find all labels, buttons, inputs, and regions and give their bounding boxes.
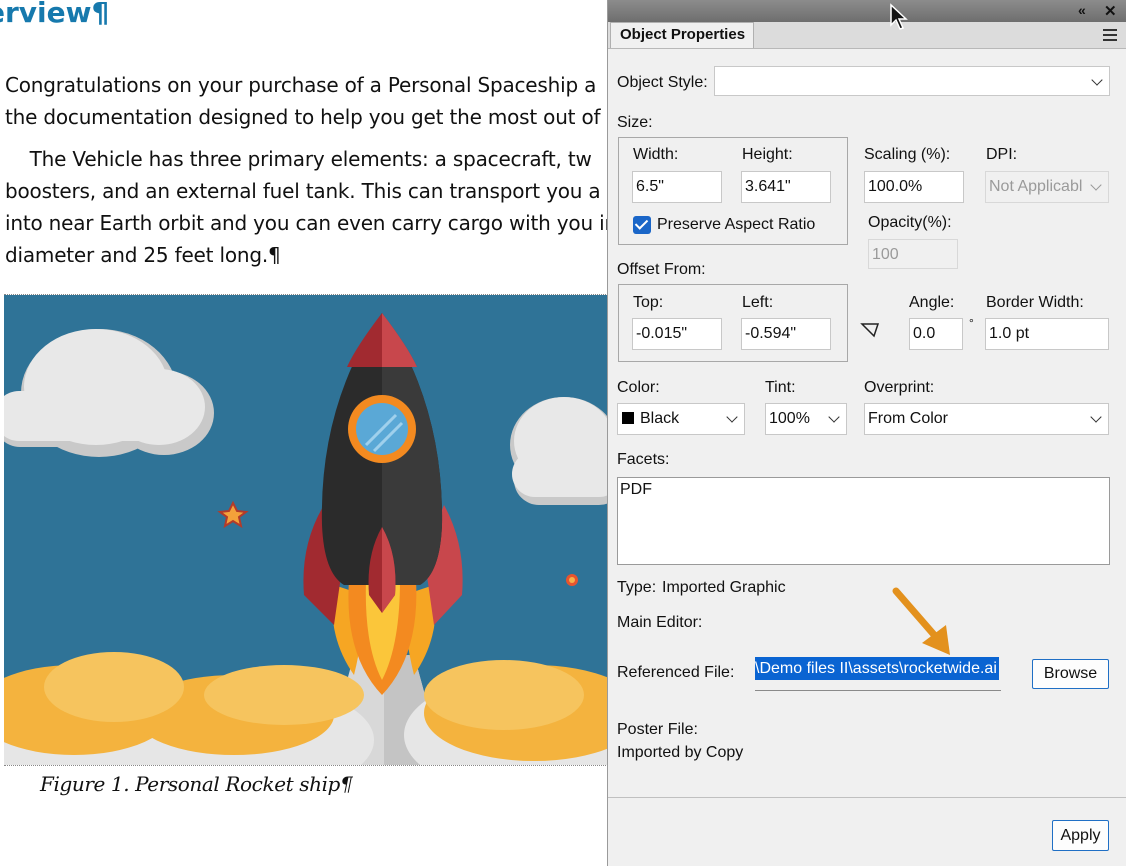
annotation-arrow-icon — [892, 587, 950, 655]
opacity-field: 100 — [868, 239, 958, 269]
chevron-down-icon — [726, 411, 738, 423]
angle-icon — [860, 323, 880, 338]
degree-symbol: ° — [969, 316, 974, 330]
paragraph-2-line-3: into near Earth orbit and you can even c… — [5, 211, 608, 235]
referenced-file-label: Referenced File: — [617, 664, 735, 681]
top-label: Top: — [633, 294, 664, 311]
dpi-label: DPI: — [986, 146, 1018, 163]
type-value: Imported Graphic — [662, 579, 786, 596]
figure-caption: Figure 1. Personal Rocket ship¶ — [40, 772, 353, 796]
tab-object-properties[interactable]: Object Properties — [610, 22, 754, 48]
height-label: Height: — [742, 146, 793, 163]
panel-tab-row: Object Properties — [608, 22, 1126, 49]
type-label: Type: — [617, 579, 657, 596]
height-field[interactable]: 3.641" — [741, 171, 831, 203]
opacity-label: Opacity(%): — [868, 214, 952, 231]
close-icon[interactable]: ✕ — [1104, 2, 1117, 20]
chevron-down-icon — [1091, 74, 1103, 86]
angle-label: Angle: — [909, 294, 955, 311]
overprint-select[interactable]: From Color — [864, 403, 1109, 435]
paragraph-2-line-2: boosters, and an external fuel tank. Thi… — [5, 179, 601, 203]
poster-file-label: Poster File: — [617, 721, 698, 738]
rocket-illustration — [4, 295, 608, 765]
cursor-icon — [890, 3, 908, 30]
collapse-panel-icon[interactable]: « — [1078, 2, 1086, 18]
facets-label: Facets: — [617, 451, 670, 468]
tint-select[interactable]: 100% — [765, 403, 847, 435]
overprint-label: Overprint: — [864, 379, 935, 396]
angle-field[interactable]: 0.0 — [909, 318, 963, 350]
paragraph-1-line-1: Congratulations on your purchase of a Pe… — [5, 73, 597, 97]
divider — [608, 797, 1126, 798]
size-label: Size: — [617, 114, 653, 131]
browse-button[interactable]: Browse — [1032, 659, 1109, 689]
section-heading: erview¶ — [0, 0, 110, 29]
tint-label: Tint: — [765, 379, 796, 396]
width-label: Width: — [633, 146, 679, 163]
chevron-down-icon — [1090, 411, 1102, 423]
chevron-down-icon — [828, 411, 840, 423]
paragraph-1-line-2: the documentation designed to help you g… — [5, 105, 601, 129]
left-field[interactable]: -0.594" — [741, 318, 831, 350]
color-label: Color: — [617, 379, 660, 396]
panel-titlebar[interactable]: « ✕ — [608, 0, 1126, 22]
panel-menu-icon[interactable] — [1103, 29, 1117, 41]
main-editor-label: Main Editor: — [617, 614, 703, 631]
preserve-aspect-checkbox[interactable] — [633, 216, 651, 234]
referenced-file-selection[interactable]: \Demo files II\assets\rocketwide.ai — [755, 657, 999, 680]
scaling-field[interactable]: 100.0% — [864, 171, 964, 203]
left-label: Left: — [742, 294, 774, 311]
facets-textarea[interactable]: PDF — [617, 477, 1110, 565]
document-area[interactable]: erview¶ Congratulations on your purchase… — [0, 0, 608, 866]
preserve-aspect-label[interactable]: Preserve Aspect Ratio — [657, 216, 815, 234]
referenced-file-field[interactable]: \Demo files II\assets\rocketwide.ai — [755, 654, 1001, 691]
object-style-label: Object Style: — [617, 74, 708, 91]
rocket-figure[interactable] — [4, 294, 608, 766]
paragraph-2-line-1: The Vehicle has three primary elements: … — [5, 147, 592, 171]
border-width-label: Border Width: — [986, 294, 1084, 311]
offset-from-label: Offset From: — [617, 261, 706, 278]
object-properties-panel: « ✕ Object Properties Object Style: Size… — [607, 0, 1126, 866]
object-style-select[interactable] — [714, 66, 1110, 96]
dpi-select: Not Applicabl — [985, 171, 1109, 203]
apply-button[interactable]: Apply — [1052, 820, 1109, 851]
chevron-down-icon — [1090, 179, 1102, 191]
color-swatch — [622, 412, 634, 424]
scaling-label: Scaling (%): — [864, 146, 951, 163]
top-field[interactable]: -0.015" — [632, 318, 722, 350]
color-select[interactable]: Black — [617, 403, 745, 435]
width-field[interactable]: 6.5" — [632, 171, 722, 203]
paragraph-2-line-4: diameter and 25 feet long.¶ — [5, 243, 281, 267]
border-width-field[interactable]: 1.0 pt — [985, 318, 1109, 350]
imported-by-label: Imported by Copy — [617, 744, 744, 761]
